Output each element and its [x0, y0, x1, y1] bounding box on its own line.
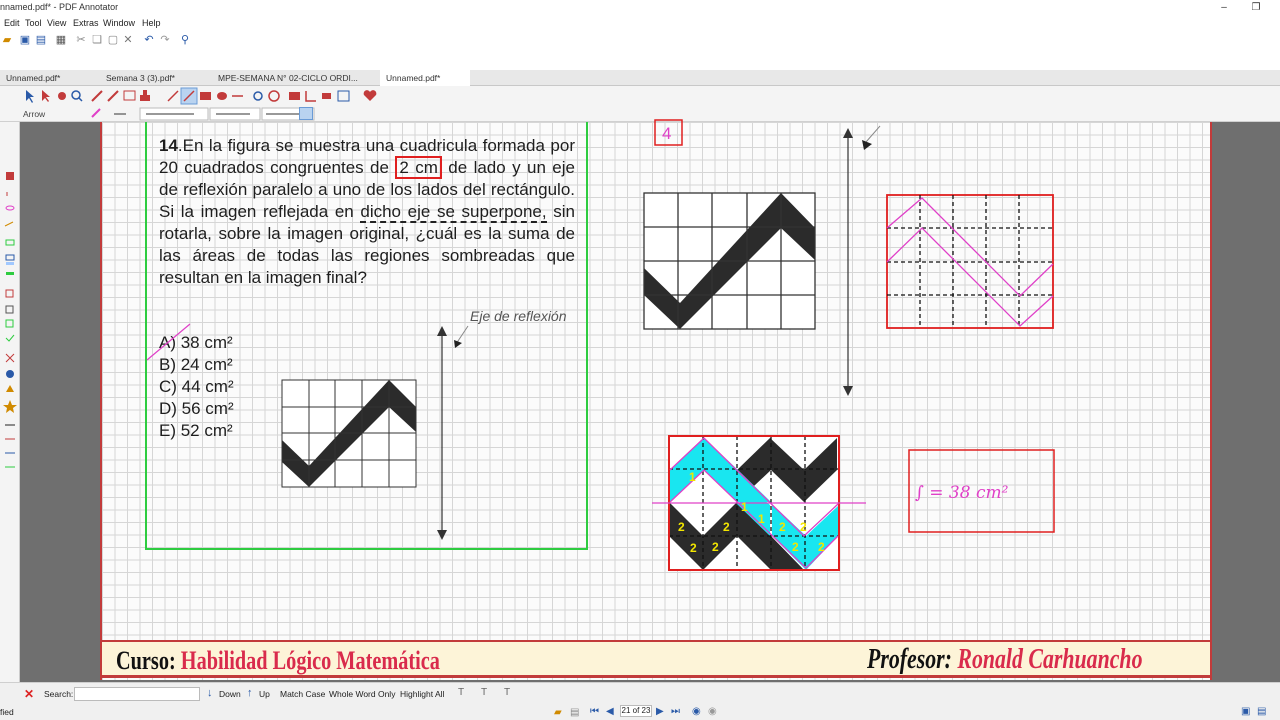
region-number: 2 — [779, 520, 786, 534]
reflection-sketch — [886, 194, 1054, 329]
region-number: 1 — [741, 500, 748, 514]
professor-line: Profesor: Ronald Carhuancho — [867, 644, 1142, 676]
course-name: Habilidad Lógico Matemática — [180, 646, 440, 675]
forward-icon[interactable]: ◉ — [708, 706, 717, 717]
course-footer: Curso: Habilidad Lógico Matemática Profe… — [102, 640, 1210, 678]
course-line: Curso: Habilidad Lógico Matemática — [116, 646, 440, 676]
single-page-view-icon[interactable]: ▣ — [1241, 706, 1250, 717]
first-page-icon[interactable]: ⏮ — [590, 706, 599, 717]
corner-label: 4 — [662, 124, 671, 143]
option-a-mark — [146, 323, 191, 361]
two-page-view-icon[interactable]: ▤ — [1257, 706, 1266, 717]
course-label: Curso: — [116, 646, 176, 675]
region-number: 1 — [689, 470, 696, 484]
back-icon[interactable]: ◉ — [692, 706, 701, 717]
prev-page-icon[interactable]: ◀ — [606, 706, 614, 717]
axis-label-pointer — [455, 325, 469, 345]
answer-text: ∫ = 38 cm² — [915, 483, 1009, 503]
arrow-down-icon: ↓ — [207, 687, 213, 699]
text-strike-icon[interactable]: T — [504, 687, 510, 698]
next-page-icon[interactable]: ▶ — [656, 706, 664, 717]
search-down-button[interactable]: Down — [219, 689, 241, 699]
original-figure-small — [281, 379, 417, 488]
arrow-up-icon: ↑ — [247, 687, 253, 699]
last-page-icon[interactable]: ⏭ — [671, 706, 680, 717]
region-number: 2 — [690, 541, 697, 555]
region-number: 2 — [712, 540, 719, 554]
original-figure-large — [643, 192, 816, 330]
region-number: 1 — [758, 512, 765, 526]
region-number: 2 — [800, 520, 807, 534]
highlight-all-toggle[interactable]: Highlight All — [400, 689, 444, 699]
search-label: Search: — [44, 689, 74, 699]
region-number: 2 — [723, 520, 730, 534]
status-bar: ✕ Search: ↓ Down ↑ Up Match Case Whole W… — [0, 682, 1280, 720]
professor-name: Ronald Carhuancho — [957, 644, 1143, 675]
final-figure: 1 1 1 2 2 2 2 2 2 2 2 — [652, 435, 866, 571]
page-layout-icon[interactable]: ▤ — [570, 707, 579, 718]
text-format-icon[interactable]: T — [458, 687, 464, 698]
close-search-icon[interactable]: ✕ — [24, 687, 34, 701]
professor-label: Profesor: — [867, 644, 952, 675]
match-case-toggle[interactable]: Match Case — [280, 689, 325, 699]
text-underline-icon[interactable]: T — [481, 687, 487, 698]
region-number: 2 — [818, 540, 825, 554]
search-input[interactable] — [74, 687, 200, 701]
region-number: 2 — [678, 520, 685, 534]
page-indicator[interactable]: 21 of 23 — [620, 705, 652, 717]
page-drawings: Eje de reflexión 4 1 1 1 2 2 2 2 2 2 2 2… — [146, 119, 1055, 571]
search-up-button[interactable]: Up — [259, 689, 270, 699]
axis-label: Eje de reflexión — [470, 308, 567, 324]
status-text: fied — [0, 707, 14, 717]
folder-icon[interactable]: ▰ — [554, 707, 562, 718]
whole-word-toggle[interactable]: Whole Word Only — [329, 689, 395, 699]
region-number: 2 — [792, 540, 799, 554]
